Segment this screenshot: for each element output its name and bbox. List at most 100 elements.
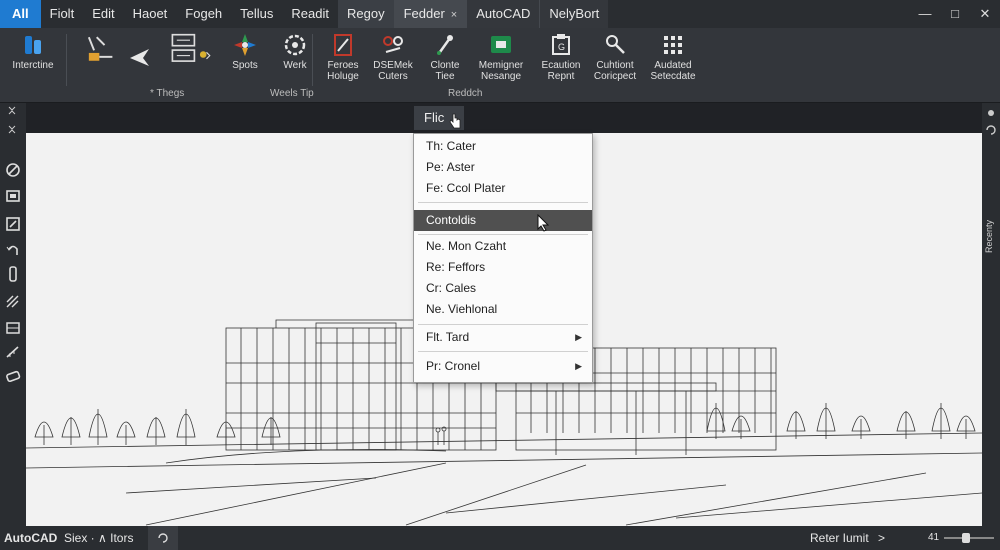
interctine-button[interactable]: Interctine — [2, 32, 64, 71]
submenu-arrow-icon: ▶ — [575, 361, 582, 371]
svg-text:G: G — [558, 42, 565, 52]
pen-icon[interactable] — [4, 265, 22, 283]
close-window-button[interactable]: ✕ — [970, 0, 1000, 28]
menu-item-contoldis[interactable]: Contoldis — [414, 210, 592, 231]
menu-tellus[interactable]: Tellus — [231, 0, 282, 28]
ribbon-separator — [312, 34, 313, 86]
collapse-icon[interactable] — [4, 123, 22, 135]
menu-item-pr-cronel[interactable]: Pr: Cronel ▶ — [414, 356, 592, 377]
tool-label: Audated Setecdate — [650, 60, 696, 82]
panel-label-reddch: Reddch — [448, 88, 483, 99]
maximize-button[interactable]: □ — [940, 0, 970, 28]
window-controls: — □ ✕ — [910, 0, 1000, 28]
status-toggle[interactable] — [148, 526, 178, 550]
ecaution-repnt-button[interactable]: G Ecaution Repnt — [530, 32, 592, 82]
no-entry-icon[interactable] — [4, 161, 22, 179]
hatch-icon[interactable] — [4, 293, 22, 311]
expand-icon[interactable] — [4, 105, 22, 117]
menu-item-label: Pr: Cronel — [426, 359, 481, 373]
submenu-arrow-icon: ▶ — [575, 332, 582, 342]
ribbon: Interctine Spots Werk Feroes Holuge DSEM… — [0, 28, 1000, 103]
menu-item-re-feffors[interactable]: Re: Feffors — [414, 257, 592, 278]
undo-icon[interactable] — [4, 241, 22, 259]
werk-icon — [284, 34, 306, 56]
menu-item-ne-mon-czaht[interactable]: Ne. Mon Czaht — [414, 236, 592, 257]
status-app-label: AutoCAD — [4, 531, 58, 545]
menu-fiolt[interactable]: Fiolt — [41, 0, 84, 28]
right-toolbar: Recenty — [982, 103, 1000, 526]
tool-label: Interctine — [12, 60, 54, 71]
feroes-icon — [334, 34, 352, 56]
flic-button[interactable]: Flic — [414, 106, 464, 130]
menu-regoy[interactable]: Regoy — [338, 0, 394, 28]
menu-all[interactable]: All — [0, 0, 41, 28]
menu-separator — [418, 234, 588, 235]
layer-icon[interactable] — [4, 187, 22, 205]
menu-separator — [418, 324, 588, 325]
left-toolbar — [0, 103, 26, 526]
tab-nelybort[interactable]: NelyBort — [539, 0, 609, 28]
memigner-nesange-button[interactable]: Memigner Nesange — [470, 32, 532, 82]
arrow-icon — [130, 49, 149, 66]
tool-label: Memigner Nesange — [478, 60, 524, 82]
tab-fedder[interactable]: Fedder × — [393, 0, 467, 28]
table-icon[interactable] — [4, 319, 22, 337]
zoom-label: 41 — [928, 532, 940, 543]
menu-separator — [418, 351, 588, 352]
panel-label-thegs: * Thegs — [150, 88, 185, 99]
menu-item-flt-tard[interactable]: Flt. Tard ▶ — [414, 327, 592, 348]
menu-separator — [418, 202, 588, 203]
menu-edit[interactable]: Edit — [83, 0, 123, 28]
tab-label: Fedder — [403, 6, 445, 21]
arrow-tool-button[interactable] — [122, 32, 158, 72]
menu-readit[interactable]: Readit — [282, 0, 338, 28]
properties-icon — [171, 33, 211, 62]
line-tools-button[interactable] — [78, 32, 118, 68]
menu-haoet[interactable]: Haoet — [124, 0, 177, 28]
menu-fogeh[interactable]: Fogeh — [176, 0, 231, 28]
chevron-right-icon: > — [878, 531, 886, 545]
zoom-slider[interactable] — [944, 533, 994, 543]
menu-item-pe-aster[interactable]: Pe: Aster — [414, 157, 592, 178]
close-icon[interactable]: × — [451, 9, 457, 21]
line-tools-icon — [87, 36, 113, 61]
refresh-icon[interactable] — [984, 123, 998, 137]
spots-icon — [234, 34, 256, 56]
eraser-icon[interactable] — [4, 367, 22, 385]
status-right-text: Reter Iumit — [810, 531, 869, 545]
menu-item-cr-cales[interactable]: Cr: Cales — [414, 278, 592, 299]
tab-autocad[interactable]: AutoCAD — [466, 0, 540, 28]
menu-item-th-cater[interactable]: Th: Cater — [414, 136, 592, 157]
menu-bar: All Fiolt Edit Haoet Fogeh Tellus Readit… — [0, 0, 1000, 28]
recenty-label[interactable]: Recenty — [984, 220, 994, 253]
tool-label: Cuhtiont Coricpect — [593, 60, 637, 82]
drawing-header-strip — [26, 103, 982, 133]
clonte-tiee-button[interactable]: Clonte Tiee — [414, 32, 476, 82]
menu-item-label: Flt. Tard — [426, 330, 470, 344]
properties-button[interactable] — [160, 32, 220, 68]
edit-icon[interactable] — [4, 215, 22, 233]
status-bar: AutoCAD Siex · ∧ Itors Reter Iumit > 41 — [0, 526, 1000, 550]
status-section-label[interactable]: Siex · ∧ Itors — [64, 526, 133, 550]
minimize-button[interactable]: — — [910, 0, 940, 28]
flic-label: Flic — [424, 110, 445, 125]
audated-icon — [664, 36, 682, 54]
tool-label: Clonte Tiee — [430, 60, 460, 82]
measure-icon[interactable] — [4, 343, 22, 361]
zoom-slider-handle[interactable] — [962, 533, 970, 543]
menu-item-fe-ccol-plater[interactable]: Fe: Ccol Plater — [414, 178, 592, 199]
cuhtiont-icon — [606, 35, 625, 54]
menu-item-ne-viehlonal[interactable]: Ne. Viehlonal — [414, 299, 592, 320]
mouse-pointer-icon — [537, 214, 550, 232]
sync-icon — [158, 533, 168, 543]
audated-setecdate-button[interactable]: Audated Setecdate — [642, 32, 704, 82]
hand-cursor-icon — [449, 113, 461, 129]
memigner-icon — [491, 36, 511, 53]
ribbon-separator — [66, 34, 67, 86]
panel-label-weels-tip: Weels Tip — [270, 88, 314, 99]
pin-icon[interactable] — [984, 107, 998, 119]
status-right-label[interactable]: Reter Iumit > — [810, 526, 885, 550]
cuhtiont-coricpect-button[interactable]: Cuhtiont Coricpect — [584, 32, 646, 82]
clonte-icon — [437, 35, 453, 55]
interctine-icon — [25, 36, 41, 54]
